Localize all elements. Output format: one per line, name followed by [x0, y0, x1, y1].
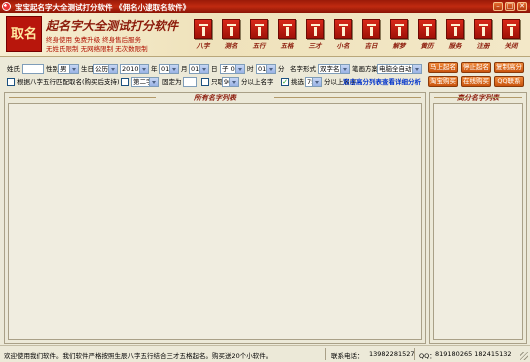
nav-button-jiemeng[interactable]: 解梦 — [384, 19, 414, 55]
window-title: 宝宝起名字大全测试打分软件 《佣名小逮取名软件》 — [15, 3, 191, 12]
chevron-down-icon — [72, 68, 76, 71]
surname-input[interactable] — [22, 64, 44, 74]
chevron-down-icon — [269, 68, 273, 71]
close-button[interactable]: ✕ — [517, 2, 527, 11]
filter-checkbox[interactable]: ✓ — [281, 78, 289, 86]
nav-button-fuwu[interactable]: 服务 — [440, 19, 470, 55]
qq-label: QQ： — [419, 352, 436, 360]
minute-select[interactable]: 01 — [256, 64, 276, 74]
chevron-down-icon — [142, 68, 146, 71]
chevron-down-icon — [111, 68, 115, 71]
scheme-label: 笔画方案 — [352, 65, 378, 73]
second-char-select[interactable]: 第二字 — [131, 77, 159, 87]
high-names-list[interactable] — [433, 103, 523, 340]
hour-select[interactable]: 子 0 — [220, 64, 245, 74]
chevron-down-icon — [172, 68, 176, 71]
ceming-tile-icon — [222, 19, 240, 39]
only-take-select[interactable]: 90 — [222, 77, 239, 87]
minimize-button[interactable]: – — [493, 2, 503, 11]
status-separator — [325, 348, 326, 360]
bazi-match-label: 根据八字五行匹配取名(购买后支持) — [17, 78, 120, 86]
online-buy-button[interactable]: 在线购买 — [461, 76, 491, 87]
maximize-button[interactable]: □ — [505, 2, 515, 11]
nav-button-ceming[interactable]: 测名 — [216, 19, 246, 55]
qq-numbers: 819180265 182415132 — [435, 350, 512, 358]
options-form: 姓氏 性别 男 生日 公历 2010 年 01 月 01 日 子 0 时 01 … — [0, 57, 530, 92]
detail-analysis-hint: 双击高分列表查看详细分析 — [343, 78, 421, 86]
fixed-char-input[interactable] — [183, 77, 197, 87]
stop-naming-button[interactable]: 停止起名 — [461, 62, 491, 73]
zhuce-tile-icon — [474, 19, 492, 39]
second-char-checkbox[interactable] — [121, 78, 129, 86]
gender-select[interactable]: 男 — [58, 64, 79, 74]
logo: 取名 — [6, 16, 42, 52]
brand-title: 起名字大全测试打分软件 — [46, 19, 179, 33]
taobao-buy-button[interactable]: 淘宝购买 — [428, 76, 458, 87]
contact-label: 联系电话： — [331, 352, 364, 360]
nav-button-xiaoming[interactable]: 小名 — [328, 19, 358, 55]
copy-high-score-button[interactable]: 复制高分 — [494, 62, 524, 73]
day-unit: 日 — [211, 65, 218, 73]
filter-score-select[interactable]: 75 — [305, 77, 322, 87]
surname-label: 姓氏 — [7, 65, 20, 73]
all-names-title: 所有名字列表 — [5, 93, 425, 102]
name-form-select[interactable]: 双字名 — [318, 64, 350, 74]
month-unit: 月 — [181, 65, 188, 73]
huangli-tile-icon — [418, 19, 436, 39]
only-take-checkbox[interactable] — [201, 78, 209, 86]
title-bar[interactable]: 宝宝起名字大全测试打分软件 《佣名小逮取名软件》 – □ ✕ — [0, 0, 530, 13]
all-names-list[interactable] — [8, 103, 422, 340]
name-form-label: 名字形式 — [290, 65, 316, 73]
fixed-label: 固定为 — [162, 78, 182, 86]
chevron-down-icon — [238, 68, 242, 71]
chevron-down-icon — [232, 81, 236, 84]
filter-label: 挑选 — [291, 78, 304, 86]
year-unit: 年 — [151, 65, 158, 73]
resize-grip[interactable] — [520, 352, 528, 360]
high-names-panel: 高分名字列表 — [429, 92, 527, 344]
jiri-tile-icon — [362, 19, 380, 39]
sancai-tile-icon — [306, 19, 324, 39]
bazi-match-checkbox[interactable] — [7, 78, 15, 86]
high-names-title: 高分名字列表 — [430, 93, 526, 102]
chevron-down-icon — [202, 68, 206, 71]
nav-button-zhuce[interactable]: 注册 — [468, 19, 498, 55]
nav-button-wuge[interactable]: 五格 — [272, 19, 302, 55]
nav-button-wuxing[interactable]: 五行 — [244, 19, 274, 55]
start-naming-button[interactable]: 马上起名 — [428, 62, 458, 73]
nav-button-bazi[interactable]: 八字 — [188, 19, 218, 55]
chevron-down-icon — [415, 68, 419, 71]
guanbi-tile-icon — [502, 19, 520, 39]
slogan-line-2: 无姓氏限制 无网络限制 无次数限制 — [46, 45, 148, 53]
chevron-down-icon — [152, 81, 156, 84]
all-names-panel: 所有名字列表 — [4, 92, 426, 344]
qq-contact-button[interactable]: QQ联系 — [494, 76, 524, 87]
wuge-tile-icon — [278, 19, 296, 39]
nav-button-guanbi[interactable]: 关闭 — [496, 19, 526, 55]
chevron-down-icon — [315, 81, 319, 84]
nav-button-jiri[interactable]: 吉日 — [356, 19, 386, 55]
bazi-tile-icon — [194, 19, 212, 39]
day-select[interactable]: 01 — [189, 64, 209, 74]
nav-button-sancai[interactable]: 三才 — [300, 19, 330, 55]
month-select[interactable]: 01 — [159, 64, 179, 74]
only-take-suffix: 分以上名字 — [241, 78, 274, 86]
year-select[interactable]: 2010 — [120, 64, 149, 74]
nav-button-huangli[interactable]: 黄历 — [412, 19, 442, 55]
hour-unit: 时 — [247, 65, 254, 73]
banner: 取名 起名字大全测试打分软件 终身使用 免费升级 终身售后服务 无姓氏限制 无网… — [0, 13, 530, 57]
contact-phone: 13982281527 — [369, 350, 415, 358]
minute-unit: 分 — [278, 65, 285, 73]
chevron-down-icon — [343, 68, 347, 71]
calendar-type-select[interactable]: 公历 — [93, 64, 118, 74]
jiemeng-tile-icon — [390, 19, 408, 39]
status-bar: 欢迎使用我们软件。我们软件严格按照生辰八字五行结合三才五格起名。购买送20个小软… — [0, 345, 530, 362]
app-icon — [2, 2, 11, 11]
scheme-select[interactable]: 电脑全自动 — [377, 64, 422, 74]
status-message: 欢迎使用我们软件。我们软件严格按照生辰八字五行结合三才五格起名。购买送20个小软… — [4, 352, 273, 360]
status-separator — [414, 348, 415, 360]
wuxing-tile-icon — [250, 19, 268, 39]
fuwu-tile-icon — [446, 19, 464, 39]
xiaoming-tile-icon — [334, 19, 352, 39]
